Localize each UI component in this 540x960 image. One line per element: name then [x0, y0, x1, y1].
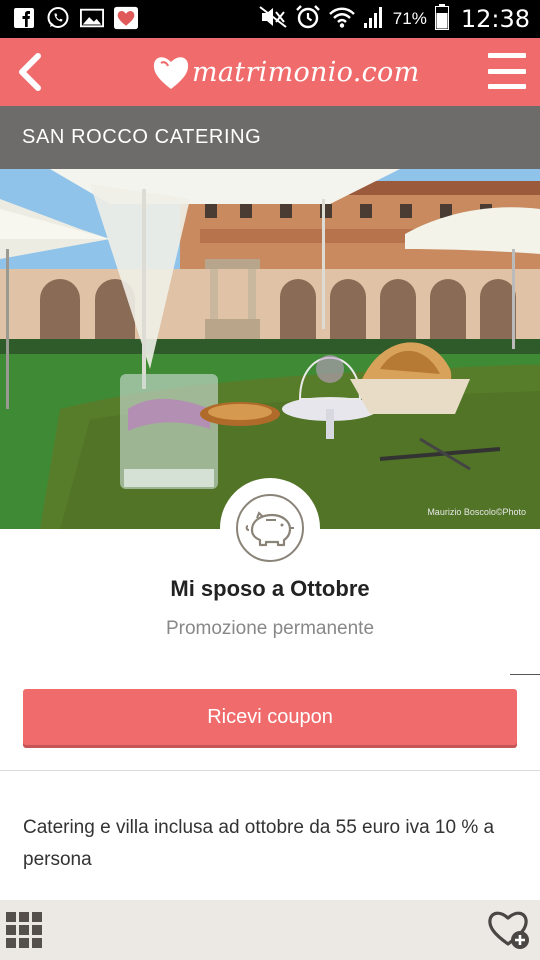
logo-text: matrimonio.com — [192, 56, 420, 88]
clock: 12:38 — [460, 5, 530, 33]
photo-credit: Maurizio Boscolo©Photo — [427, 507, 526, 517]
heart-add-icon — [488, 911, 529, 949]
battery-icon — [434, 3, 449, 35]
back-button[interactable] — [10, 48, 50, 96]
vendor-title-bar: SAN ROCCO CATERING — [0, 106, 540, 169]
scroll-edge-indicator — [510, 674, 540, 675]
heart-app-icon — [114, 6, 138, 30]
notification-icons — [12, 6, 138, 30]
app-bar: matrimonio.com — [0, 38, 540, 106]
grid-cell — [6, 938, 16, 948]
wifi-icon — [328, 5, 355, 34]
status-bar: 71% 12:38 — [0, 0, 540, 38]
whatsapp-icon — [46, 6, 70, 30]
grid-cell — [32, 938, 42, 948]
menu-line — [488, 84, 526, 89]
badge-ring — [236, 494, 304, 562]
grid-cell — [32, 925, 42, 935]
grid-cell — [19, 925, 29, 935]
catering-garden-photo — [0, 169, 540, 529]
gallery-icon — [80, 6, 104, 30]
system-indicators: 71% 12:38 — [259, 3, 530, 35]
grid-cell — [6, 925, 16, 935]
promo-title: Mi sposo a Ottobre — [170, 576, 370, 601]
hero-photo: Maurizio Boscolo©Photo — [0, 169, 540, 529]
grid-cell — [19, 938, 29, 948]
section-divider — [0, 770, 540, 771]
add-favorite-button[interactable] — [486, 906, 532, 952]
hamburger-menu-button[interactable] — [488, 53, 526, 89]
chevron-left-icon — [19, 53, 41, 91]
heart-logo-icon — [153, 57, 189, 89]
facebook-icon — [12, 6, 36, 30]
battery-percent: 71% — [392, 9, 427, 28]
promo-description: Catering e villa inclusa ad ottobre da 5… — [23, 817, 495, 870]
alarm-icon — [295, 4, 321, 35]
promo-badge — [220, 478, 320, 578]
signal-icon — [363, 5, 385, 34]
grid-menu-button[interactable] — [6, 912, 44, 950]
piggy-bank-icon — [245, 511, 294, 547]
menu-line — [488, 53, 526, 58]
promo-subtitle: Promozione permanente — [165, 618, 375, 639]
menu-line — [488, 68, 526, 74]
bottom-bar — [0, 900, 540, 960]
grid-cell — [6, 912, 16, 922]
grid-cell — [19, 912, 29, 922]
mute-icon — [259, 5, 287, 33]
grid-cell — [32, 912, 42, 922]
get-coupon-button[interactable]: Ricevi coupon — [23, 689, 517, 745]
vendor-name: SAN ROCCO CATERING — [22, 126, 262, 148]
app-logo[interactable]: matrimonio.com — [152, 48, 420, 96]
